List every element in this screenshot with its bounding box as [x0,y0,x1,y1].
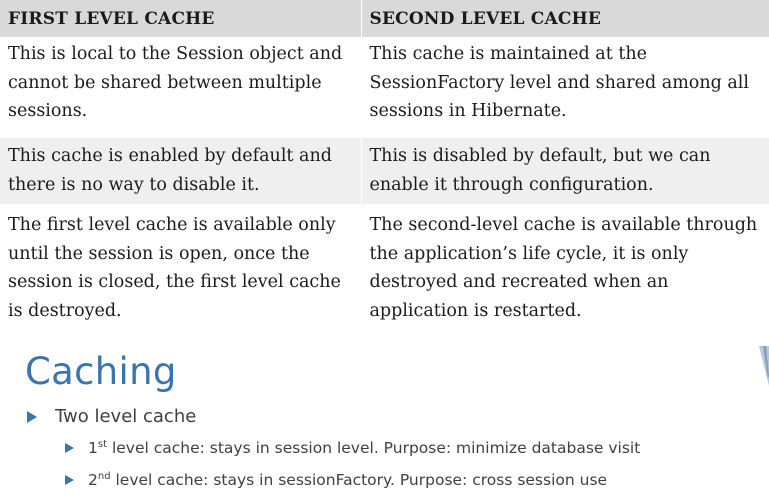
cell-second-level-default: This is disabled by default, but we can … [361,137,769,205]
cell-second-level-lifetime: The second-level cache is available thro… [361,204,769,352]
cell-first-level-scope: This is local to the Session object and … [0,37,362,138]
bullet-arrow-icon [65,475,74,485]
cell-second-level-scope: This cache is maintained at the SessionF… [361,37,769,138]
header-first-level-cache: FIRST LEVEL CACHE [0,0,362,37]
table-row: This cache is enabled by default and the… [0,137,769,205]
table-row: The first level cache is available only … [0,204,769,352]
slide-title: Caching [25,350,177,393]
slide-corner-decoration [759,346,769,386]
page: FIRST LEVEL CACHE SECOND LEVEL CACHE Thi… [0,0,769,500]
bullet-text: Two level cache [55,406,197,427]
sub-bullet-first-level: 1st level cache: stays in session level.… [65,439,640,457]
sub-bullet-second-level: 2nd level cache: stays in sessionFactory… [65,471,607,489]
cell-first-level-default: This cache is enabled by default and the… [0,137,362,205]
table-row: This is local to the Session object and … [0,37,769,138]
cell-first-level-lifetime: The first level cache is available only … [0,204,362,352]
sub-bullet-text: 2nd level cache: stays in sessionFactory… [88,471,608,489]
sub-bullet-text: 1st level cache: stays in session level.… [88,439,641,457]
header-second-level-cache: SECOND LEVEL CACHE [361,0,769,37]
slide-panel: Caching Two level cache 1st level cache:… [0,346,769,500]
bullet-arrow-icon [27,410,37,423]
comparison-table: FIRST LEVEL CACHE SECOND LEVEL CACHE Thi… [0,0,769,352]
table-header-row: FIRST LEVEL CACHE SECOND LEVEL CACHE [0,0,769,37]
bullet-arrow-icon [65,443,74,453]
bullet-two-level-cache: Two level cache [27,406,196,427]
